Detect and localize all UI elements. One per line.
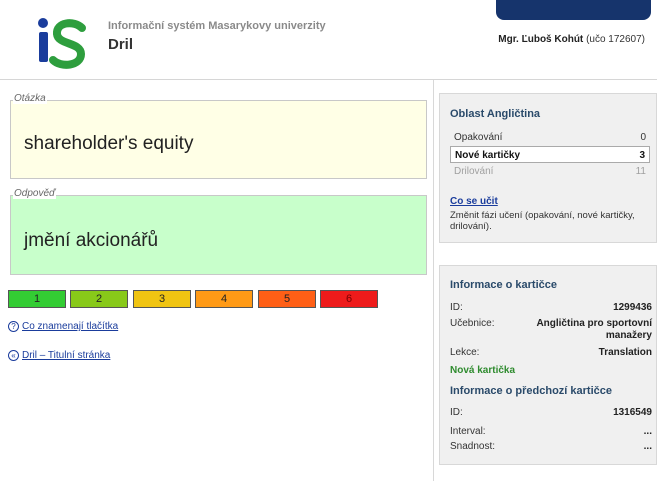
rating-button-6[interactable]: 6 <box>320 290 378 308</box>
new-card-badge: Nová kartička <box>450 365 516 376</box>
question-legend: Otázka <box>13 93 47 104</box>
area-row-review[interactable]: Opakování 0 <box>450 129 650 146</box>
what-to-learn-description: Změnit fázi učení (opakování, nové karti… <box>450 210 635 232</box>
area-row-new-cards[interactable]: Nové kartičky 3 <box>450 146 650 163</box>
help-icon: ? <box>8 321 19 332</box>
home-link-row: «Dril – Titulní stránka <box>8 350 110 361</box>
prev-card-id-value: 1316549 <box>613 407 652 418</box>
card-id-value: 1299436 <box>613 302 652 313</box>
rating-button-5[interactable]: 5 <box>258 290 316 308</box>
is-logo-icon[interactable] <box>30 12 90 70</box>
back-icon: « <box>8 350 19 361</box>
column-divider <box>433 80 434 481</box>
ease-value: ... <box>643 441 652 452</box>
area-row-drilling[interactable]: Drilování 11 <box>450 163 650 180</box>
textbook-row: Učebnice: Angličtina pro sportovní manaž… <box>450 318 652 342</box>
app-name: Dril <box>108 36 134 53</box>
help-link[interactable]: Co znamenají tlačítka <box>22 321 118 332</box>
rating-button-3[interactable]: 3 <box>133 290 191 308</box>
area-row-label: Nové kartičky <box>455 150 521 161</box>
prev-card-id-label: ID: <box>450 407 463 418</box>
answer-legend: Odpověď <box>13 188 57 199</box>
top-bar <box>496 0 651 20</box>
interval-value: ... <box>643 426 652 437</box>
help-link-row: ? Co znamenají tlačítka <box>8 321 118 332</box>
area-row-value: 11 <box>635 166 646 177</box>
textbook-label: Učebnice: <box>450 318 495 329</box>
area-row-value: 0 <box>640 132 646 143</box>
area-panel: Oblast Angličtina Opakování 0 Nové karti… <box>439 93 657 243</box>
rating-button-4[interactable]: 4 <box>195 290 253 308</box>
page-header: Informační systém Masarykovy univerzity … <box>0 0 657 80</box>
user-uco: (učo 172607) <box>586 34 645 45</box>
area-row-label: Drilování <box>454 166 494 177</box>
rating-button-1[interactable]: 1 <box>8 290 66 308</box>
question-text: shareholder's equity <box>24 133 194 154</box>
prev-card-title: Informace o předchozí kartičce <box>450 385 612 397</box>
area-row-label: Opakování <box>454 132 503 143</box>
area-row-value: 3 <box>639 150 645 161</box>
what-to-learn-link[interactable]: Co se učit <box>450 196 498 207</box>
home-link[interactable]: Dril – Titulní stránka <box>22 350 110 361</box>
answer-box: Odpověď jmění akcionářů <box>10 188 427 275</box>
rating-button-2[interactable]: 2 <box>70 290 128 308</box>
answer-text: jmění akcionářů <box>24 230 159 251</box>
area-title: Oblast Angličtina <box>450 108 541 120</box>
interval-label: Interval: <box>450 426 486 437</box>
card-id-label: ID: <box>450 302 463 313</box>
system-name: Informační systém Masarykovy univerzity <box>108 20 326 32</box>
lesson-label: Lekce: <box>450 347 480 358</box>
user-info: Mgr. Ľuboš Kohút (učo 172607) <box>498 34 645 45</box>
textbook-value: Angličtina pro sportovní manažery <box>536 318 652 341</box>
question-box: Otázka shareholder's equity <box>10 93 427 179</box>
ease-label: Snadnost: <box>450 441 496 452</box>
card-info-title: Informace o kartičce <box>450 279 557 291</box>
user-name[interactable]: Mgr. Ľuboš Kohút <box>498 34 583 45</box>
lesson-value: Translation <box>598 347 652 358</box>
card-info-panel: Informace o kartičce ID: 1299436 Učebnic… <box>439 265 657 465</box>
